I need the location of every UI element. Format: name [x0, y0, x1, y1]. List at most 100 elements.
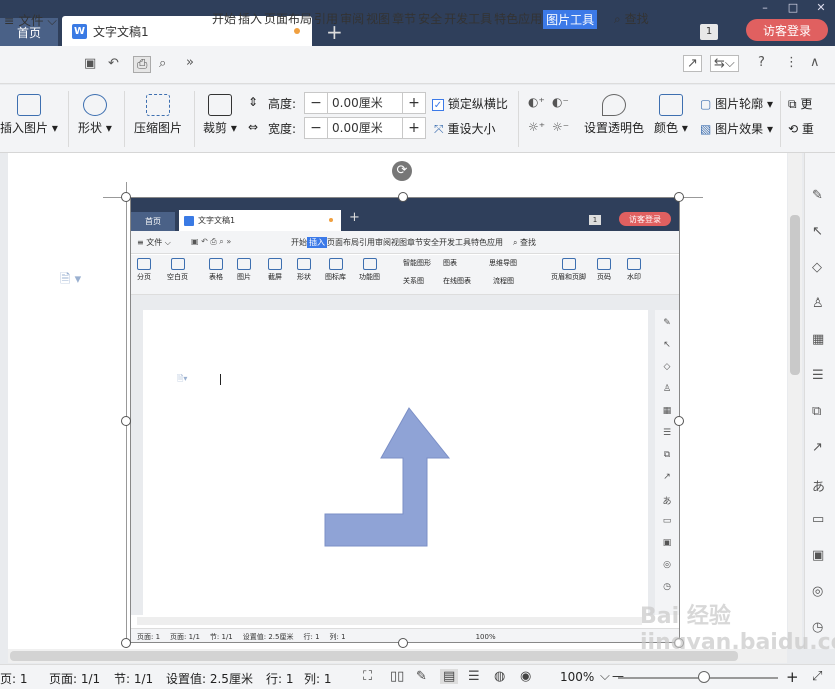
shapes-icon[interactable]: ◇: [812, 260, 822, 275]
file-menu[interactable]: ≡ 文件 ⌵: [4, 10, 57, 29]
status-pages[interactable]: 页面: 1/1: [49, 670, 100, 687]
shape-button[interactable]: 形状 ▾: [78, 94, 112, 136]
transparent-drop-icon: [602, 94, 626, 116]
settings-sliders-icon[interactable]: ☰: [812, 368, 824, 383]
visitor-login-button[interactable]: 访客登录: [746, 19, 828, 41]
resize-handle-left[interactable]: [121, 416, 131, 426]
resize-handle-top-left[interactable]: [121, 192, 131, 202]
stamp-icon[interactable]: ♙: [812, 296, 824, 311]
minimize-button[interactable]: –: [751, 0, 779, 16]
share-icon[interactable]: ↗: [812, 440, 823, 455]
color-button[interactable]: 颜色 ▾: [654, 94, 688, 136]
width-input[interactable]: 0.00厘米: [327, 118, 403, 138]
resize-handle-top-right[interactable]: [674, 192, 684, 202]
brightness-up-icon[interactable]: ◐⁺: [528, 95, 545, 109]
help-icon[interactable]: ?: [758, 55, 765, 70]
menu-tab-10[interactable]: 图片工具: [543, 10, 598, 29]
inner-ribbon-label: 思维导图: [489, 259, 517, 267]
crop-button[interactable]: 裁剪 ▾: [203, 94, 237, 136]
horizontal-scroll-thumb[interactable]: [10, 651, 738, 661]
gallery-icon[interactable]: ⧉: [812, 404, 821, 419]
zoom-in-button[interactable]: +: [786, 668, 799, 686]
undo-icon[interactable]: ↶: [108, 56, 119, 71]
collapse-ribbon-icon[interactable]: ∧: [810, 55, 820, 70]
inner-paragraph-icon: 🗎▾: [177, 374, 188, 383]
insert-picture-button[interactable]: 插入图片 ▾: [0, 94, 58, 136]
height-input[interactable]: 0.00厘米: [327, 93, 403, 113]
height-spinner[interactable]: − 0.00厘米 +: [304, 92, 426, 114]
menu-tab-5[interactable]: 视图: [365, 10, 391, 29]
embedded-screenshot-picture[interactable]: 首页 文字文稿1 + 1 访客登录 ≡ 文件 ⌵ ▣ ↶ ⎙ ⌕ » 开始 插入页…: [130, 197, 680, 643]
fullscreen-icon[interactable]: ⛶: [363, 669, 372, 684]
lock-ratio-checkbox[interactable]: ✓ 锁定纵横比: [432, 95, 508, 112]
more-tool-2[interactable]: ⟲ 重: [788, 120, 814, 137]
write-mode-icon[interactable]: ✎: [416, 669, 427, 684]
share-icon[interactable]: ↗: [683, 55, 702, 72]
eye-protection-icon[interactable]: ◉: [520, 669, 531, 684]
menu-tab-6[interactable]: 章节: [391, 10, 417, 29]
menu-tab-4[interactable]: 审阅: [339, 10, 365, 29]
more-tool-1[interactable]: ⧉ 更: [788, 95, 812, 112]
inner-ribbon-icon: [137, 258, 151, 270]
table-icon[interactable]: ▦: [812, 332, 824, 347]
menu-tab-2[interactable]: 页面布局: [263, 10, 313, 29]
menu-tab-0[interactable]: 开始: [211, 10, 237, 29]
outline-button[interactable]: ▢ 图片轮廓 ▾: [700, 95, 773, 112]
rotate-handle-icon[interactable]: ⟳: [392, 161, 412, 181]
box-icon[interactable]: ▭: [812, 512, 824, 527]
resize-handle-bottom-left[interactable]: [121, 638, 131, 648]
menu-tab-3[interactable]: 引用: [313, 10, 339, 29]
inner-menu-tab-3: 引用: [359, 238, 375, 247]
contrast-down-icon[interactable]: ☼⁻: [552, 120, 569, 134]
reset-size-icon: ⤧: [434, 122, 444, 136]
outline-view-icon[interactable]: ☰: [468, 669, 480, 684]
search-menu[interactable]: ⌕ 查找: [614, 10, 649, 27]
page-view-icon[interactable]: ▤: [440, 669, 459, 684]
inner-ribbon-buttons: 分页 空白页 表格 图片 截屏 形状 图标库 功能图 智能图形 图表 思维导图 关系图 在线图表 流程图 页…: [131, 258, 679, 294]
save-icon[interactable]: ▣: [84, 56, 96, 71]
resize-handle-top[interactable]: [398, 192, 408, 202]
contrast-up-icon[interactable]: ☼⁺: [528, 120, 545, 134]
menu-tab-7[interactable]: 安全: [417, 10, 443, 29]
print-icon[interactable]: ⎙: [133, 56, 152, 73]
brightness-down-icon[interactable]: ◐⁻: [552, 95, 569, 109]
export-icon[interactable]: ⇆⌵: [710, 55, 739, 72]
paragraph-layout-icon[interactable]: 🗎 ▾: [60, 270, 81, 292]
set-transparent-button[interactable]: 设置透明色: [584, 94, 644, 136]
resize-handle-right[interactable]: [674, 416, 684, 426]
inner-sidebar-icon: ✎: [663, 318, 671, 328]
zoom-out-button[interactable]: —: [612, 669, 624, 683]
maximize-button[interactable]: □: [779, 0, 807, 16]
web-view-icon[interactable]: ◍: [494, 669, 505, 684]
pen-icon[interactable]: ✎: [812, 188, 823, 203]
menu-tab-9[interactable]: 特色应用: [493, 10, 543, 29]
fit-page-icon[interactable]: ⤢: [812, 669, 822, 684]
close-button[interactable]: ✕: [807, 0, 835, 16]
width-decrease-button[interactable]: −: [305, 120, 327, 136]
zoom-level[interactable]: 100%: [560, 670, 594, 684]
image-icon[interactable]: ▣: [812, 548, 824, 563]
zoom-dropdown-icon[interactable]: ⌵: [600, 669, 610, 684]
reset-size-button[interactable]: ⤧ 重设大小: [434, 120, 495, 137]
width-spinner[interactable]: − 0.00厘米 +: [304, 117, 426, 139]
resize-handle-bottom[interactable]: [398, 638, 408, 648]
print-preview-icon[interactable]: ⌕: [159, 56, 166, 71]
compass-icon[interactable]: ◎: [812, 584, 823, 599]
inner-ribbon-icon: [268, 258, 282, 270]
more-chevron-icon[interactable]: »: [186, 55, 194, 70]
translate-icon[interactable]: あ: [812, 476, 825, 495]
width-increase-button[interactable]: +: [403, 120, 425, 136]
vertical-scroll-thumb[interactable]: [790, 215, 800, 375]
zoom-slider-knob[interactable]: [698, 671, 710, 683]
select-cursor-icon[interactable]: ↖: [812, 224, 823, 239]
read-mode-icon[interactable]: ▯▯: [390, 669, 404, 684]
inner-status-item-2: 节: 1/1: [209, 632, 233, 641]
menu-tab-8[interactable]: 开发工具: [443, 10, 493, 29]
window-count-badge[interactable]: 1: [700, 24, 718, 40]
effect-button[interactable]: ▧ 图片效果 ▾: [700, 120, 773, 137]
menu-tab-1[interactable]: 插入: [237, 10, 263, 29]
compress-picture-button[interactable]: 压缩图片: [134, 94, 182, 136]
more-options-icon[interactable]: ⋮: [785, 55, 798, 70]
height-increase-button[interactable]: +: [403, 95, 425, 111]
height-decrease-button[interactable]: −: [305, 95, 327, 111]
